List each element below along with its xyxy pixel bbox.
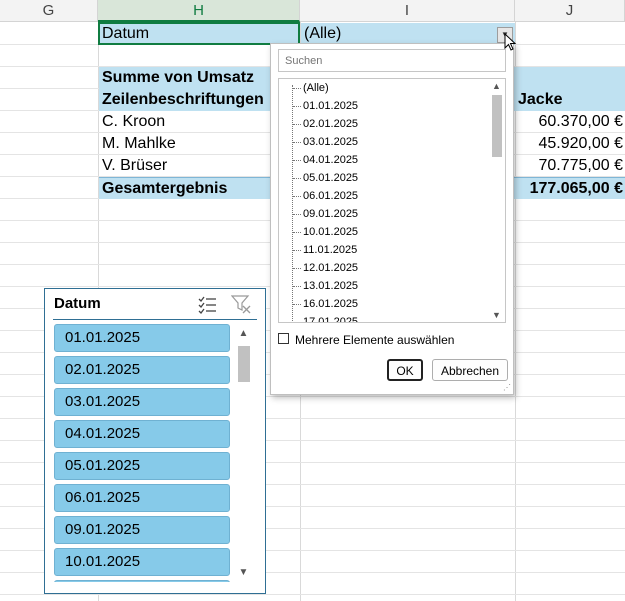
tree-line [293, 196, 301, 197]
pivot-filter-value-cell[interactable]: (Alle) [301, 23, 515, 45]
tree-line [293, 322, 301, 323]
column-header-j[interactable]: J [515, 0, 625, 22]
tree-line [293, 268, 301, 269]
filter-item[interactable]: 16.01.2025 [303, 295, 358, 313]
column-header-g[interactable]: G [0, 0, 98, 22]
filter-list-scrollbar[interactable]: ▲ ▼ [488, 79, 505, 322]
pivot-row-value[interactable]: 70.775,00 € [515, 155, 623, 177]
filter-item[interactable]: 03.01.2025 [303, 133, 358, 151]
slicer-item[interactable]: 03.01.2025 [54, 388, 230, 416]
filter-item[interactable]: 01.01.2025 [303, 97, 358, 115]
scrollbar-thumb[interactable] [492, 95, 502, 157]
pivot-row-label[interactable]: V. Brüser [99, 155, 167, 177]
column-header-h[interactable]: H [98, 0, 300, 22]
cancel-button[interactable]: Abbrechen [432, 359, 508, 381]
search-input[interactable] [278, 49, 506, 72]
slicer-item[interactable]: 10.01.2025 [54, 548, 230, 576]
tree-line [293, 178, 301, 179]
scrollbar-thumb[interactable] [238, 346, 250, 382]
filter-item[interactable]: 05.01.2025 [303, 169, 358, 187]
gridline [0, 594, 625, 595]
tree-line [293, 142, 301, 143]
active-cell-selection [98, 22, 300, 45]
pivot-row-label[interactable]: C. Kroon [99, 111, 165, 133]
tree-line [293, 232, 301, 233]
multi-select-icon[interactable] [197, 294, 217, 314]
pivot-column-item[interactable]: Jacke [515, 89, 625, 111]
tree-line [293, 124, 301, 125]
ok-button[interactable]: OK [387, 359, 423, 381]
filter-item[interactable]: 17.01.2025 [303, 313, 358, 322]
tree-line [293, 106, 301, 107]
slicer-item-partial[interactable] [54, 580, 230, 582]
pivot-row-value[interactable]: 45.920,00 € [515, 133, 623, 155]
tree-line [292, 85, 293, 322]
pivot-row-label[interactable]: M. Mahlke [99, 133, 176, 155]
pivot-header-fill [515, 67, 625, 89]
tree-line [293, 88, 301, 89]
tree-line [293, 250, 301, 251]
date-slicer[interactable]: Datum 01.01.2025 02.01.2025 03.01.2025 0… [44, 288, 266, 594]
scroll-down-icon[interactable]: ▼ [491, 310, 502, 320]
filter-item[interactable]: 06.01.2025 [303, 187, 358, 205]
slicer-item[interactable]: 09.01.2025 [54, 516, 230, 544]
slicer-item[interactable]: 01.01.2025 [54, 324, 230, 352]
filter-item[interactable]: 09.01.2025 [303, 205, 358, 223]
tree-line [293, 160, 301, 161]
scroll-up-icon[interactable]: ▲ [491, 81, 502, 91]
column-header-i[interactable]: I [300, 0, 515, 22]
filter-item[interactable]: 04.01.2025 [303, 151, 358, 169]
slicer-scrollbar[interactable]: ▲ ▼ [235, 324, 252, 582]
multi-select-checkbox[interactable] [278, 333, 289, 344]
slicer-item[interactable]: 06.01.2025 [54, 484, 230, 512]
filter-dropdown-panel: (Alle) 01.01.2025 02.01.2025 03.01.2025 … [270, 43, 514, 395]
tree-line [293, 214, 301, 215]
resize-grip-icon[interactable]: ⋰ [503, 383, 511, 392]
filter-item[interactable]: (Alle) [303, 79, 329, 97]
slicer-item[interactable]: 04.01.2025 [54, 420, 230, 448]
mouse-cursor-icon [504, 33, 517, 51]
scroll-up-icon[interactable]: ▲ [238, 328, 249, 339]
slicer-separator [53, 319, 257, 320]
slicer-item[interactable]: 02.01.2025 [54, 356, 230, 384]
filter-item[interactable]: 12.01.2025 [303, 259, 358, 277]
scroll-down-icon[interactable]: ▼ [238, 567, 249, 578]
pivot-row-value[interactable]: 60.370,00 € [515, 111, 623, 133]
tree-line [293, 304, 301, 305]
filter-item[interactable]: 11.01.2025 [303, 241, 357, 259]
filter-item[interactable]: 10.01.2025 [303, 223, 358, 241]
clear-filter-icon[interactable] [231, 294, 251, 314]
filter-item[interactable]: 02.01.2025 [303, 115, 358, 133]
slicer-item[interactable]: 05.01.2025 [54, 452, 230, 480]
filter-item-list[interactable]: (Alle) 01.01.2025 02.01.2025 03.01.2025 … [278, 78, 506, 323]
pivot-total-value[interactable]: 177.065,00 € [515, 177, 625, 199]
multi-select-label: Mehrere Elemente auswählen [295, 333, 455, 347]
tree-line [293, 286, 301, 287]
filter-item[interactable]: 13.01.2025 [303, 277, 358, 295]
slicer-item-list[interactable]: 01.01.2025 02.01.2025 03.01.2025 04.01.2… [54, 324, 230, 582]
slicer-title: Datum [54, 295, 101, 312]
